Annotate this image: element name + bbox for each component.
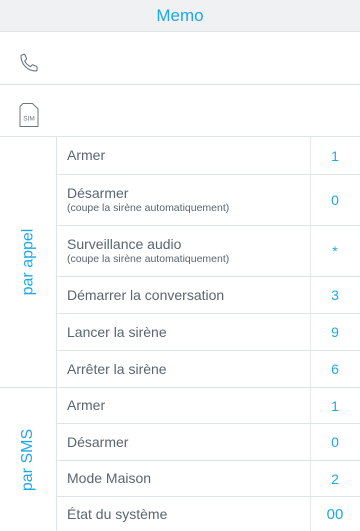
command-code: 1 — [331, 147, 339, 164]
sim-card-icon: SIM — [18, 102, 40, 128]
command-row[interactable]: Lancer la sirène 9 — [57, 314, 360, 350]
command-row[interactable]: Mode Maison 2 — [57, 461, 360, 496]
header-bar: Memo — [0, 0, 360, 31]
page-title: Memo — [156, 5, 204, 25]
command-label: Désarmer — [67, 433, 129, 450]
command-label: Surveillance audio — [67, 235, 182, 252]
command-row[interactable]: Surveillance audio (coupe la sirène auto… — [57, 226, 360, 276]
command-code: 6 — [331, 361, 339, 377]
command-row[interactable]: Armer 1 — [57, 137, 360, 174]
command-note: (coupe la sirène automatiquement) — [67, 252, 230, 265]
command-code: * — [332, 243, 338, 259]
command-row[interactable]: Démarrer la conversation 3 — [57, 277, 360, 313]
command-code: 0 — [331, 434, 339, 450]
section-label-call: par appel — [0, 137, 56, 387]
command-row[interactable]: Désarmer (coupe la sirène automatiquemen… — [57, 175, 360, 225]
command-row[interactable]: Arrêter la sirène 6 — [57, 351, 360, 387]
command-note: (coupe la sirène automatiquement) — [67, 201, 230, 214]
phone-field[interactable] — [0, 42, 360, 84]
sim-icon-label: SIM — [23, 116, 35, 123]
command-row[interactable]: Désarmer 0 — [57, 424, 360, 460]
command-label: État du système — [67, 505, 168, 522]
command-code: 0 — [331, 192, 339, 208]
section-label-call-text: par appel — [19, 228, 36, 296]
command-label: Désarmer — [67, 184, 129, 201]
phone-icon — [18, 52, 40, 74]
command-label: Lancer la sirène — [67, 323, 167, 340]
command-label: Mode Maison — [67, 470, 152, 486]
section-label-sms: par SMS — [0, 388, 56, 531]
command-label: Arrêter la sirène — [67, 360, 167, 377]
command-row[interactable]: Armer 1 — [57, 388, 360, 423]
command-label: Armer — [67, 397, 106, 413]
command-row[interactable]: État du système 00 — [57, 497, 360, 531]
command-code: 1 — [331, 397, 339, 414]
section-label-sms-text: par SMS — [19, 428, 36, 491]
command-code: 2 — [331, 470, 339, 487]
command-label: Démarrer la conversation — [67, 286, 225, 303]
command-code: 9 — [331, 324, 339, 340]
divider — [0, 84, 360, 85]
command-label: Armer — [67, 147, 106, 163]
sim-field[interactable]: SIM — [0, 94, 360, 136]
divider — [0, 31, 360, 32]
command-code: 00 — [326, 505, 344, 523]
command-code: 3 — [331, 287, 339, 303]
